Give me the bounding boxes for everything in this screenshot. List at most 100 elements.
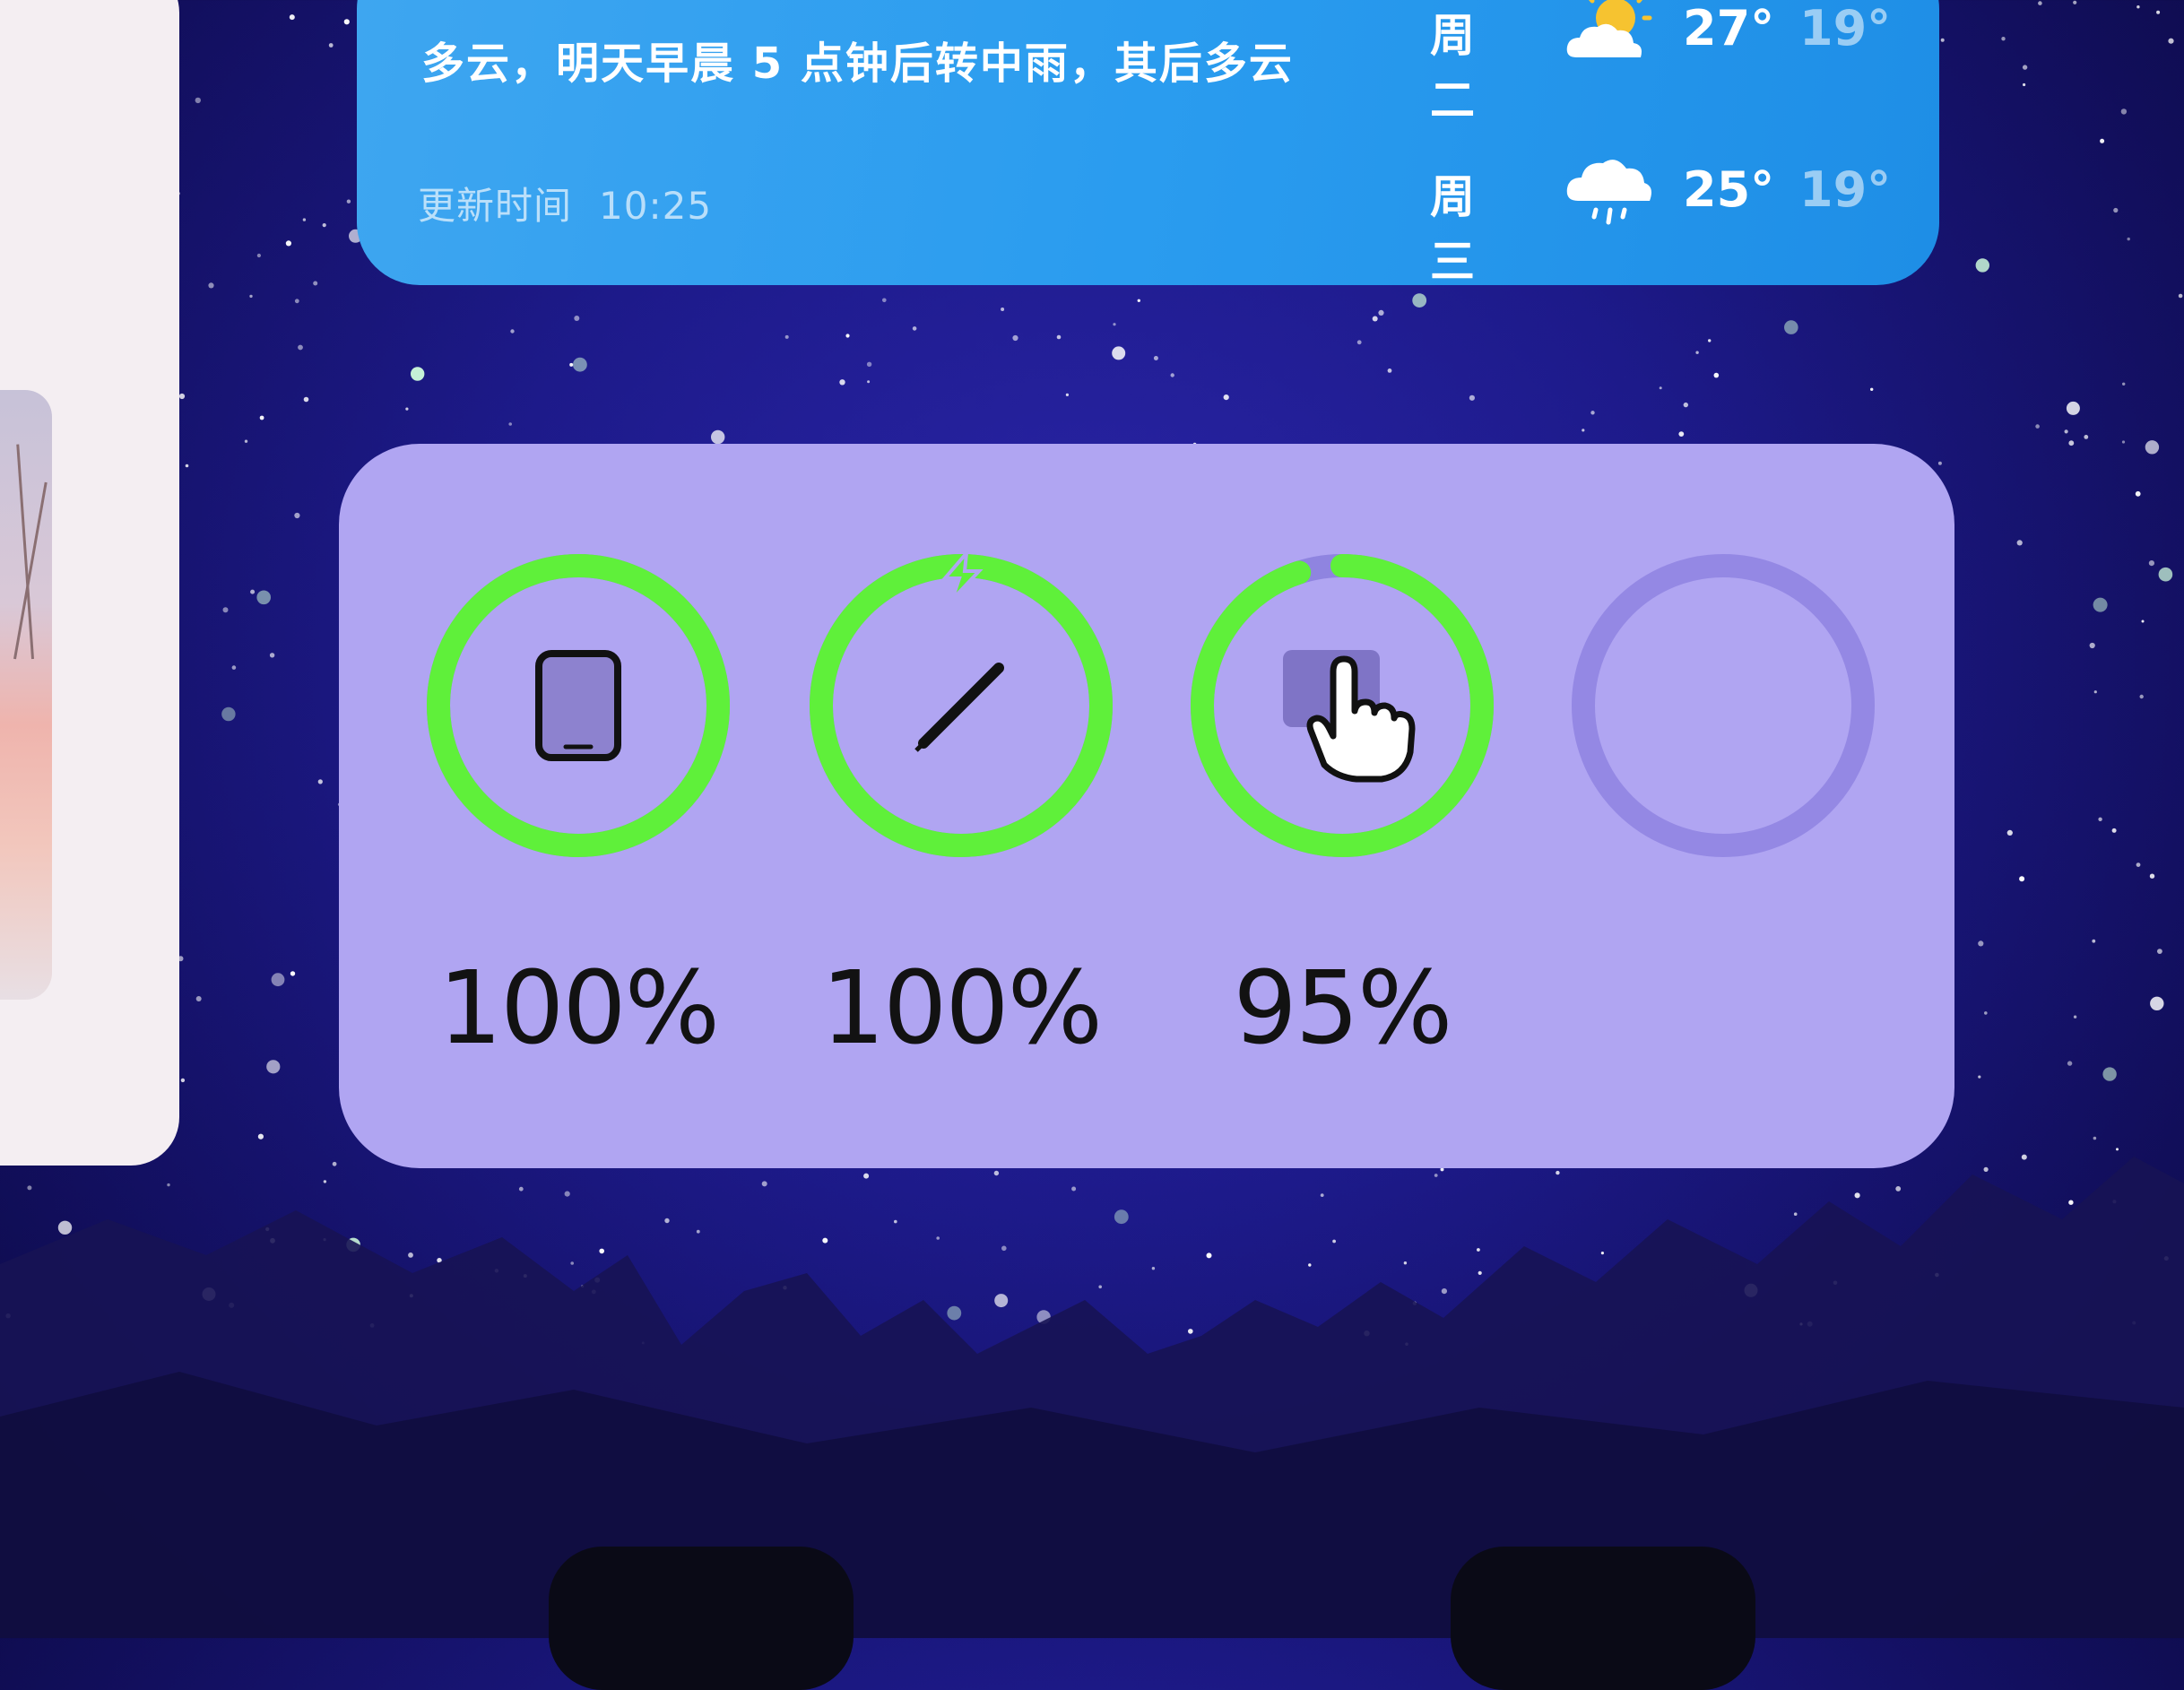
photo-thumbnail: [0, 390, 52, 1000]
star-dot: [244, 439, 248, 443]
star-dot: [866, 361, 872, 367]
star-dot: [269, 653, 275, 658]
tablet-icon: [535, 650, 621, 761]
star-dot: [195, 996, 202, 1001]
star-dot: [208, 282, 214, 289]
star-dot: [256, 253, 261, 258]
star-dot: [2038, 1, 2042, 5]
star-dot: [2023, 82, 2026, 87]
star-dot: [1372, 316, 1378, 322]
hand-pointer-icon: [1283, 650, 1416, 783]
star-dot: [867, 380, 871, 384]
star-dot: [2073, 1015, 2077, 1018]
star-dot: [298, 344, 303, 351]
star-dot: [2127, 237, 2130, 241]
star-dot: [2019, 876, 2025, 882]
star-dot: [1695, 351, 1699, 354]
star-dot: [2121, 440, 2126, 444]
partly-cloudy-icon: [1566, 0, 1652, 57]
star-dot: [2066, 401, 2080, 415]
star-dot: [1113, 323, 1116, 326]
star-dot: [178, 393, 186, 400]
star-dot: [1356, 340, 1362, 345]
star-dot: [1713, 372, 1720, 378]
star-dot: [221, 706, 236, 722]
dock-app-icon[interactable]: [549, 1547, 854, 1690]
star-dot: [2093, 690, 2097, 694]
star-dot: [1784, 320, 1798, 334]
star-dot: [1978, 1075, 1981, 1079]
mountain-silhouette: [0, 1157, 2184, 1638]
star-dot: [294, 299, 299, 304]
star-dot: [2157, 949, 2162, 954]
star-dot: [1056, 334, 1062, 340]
star-dot: [1170, 373, 1174, 377]
star-dot: [2022, 65, 2028, 70]
star-dot: [1469, 394, 1475, 401]
star-dot: [2016, 540, 2023, 546]
star-dot: [259, 415, 264, 420]
star-dot: [1940, 38, 1945, 42]
star-dot: [2122, 382, 2126, 386]
star-dot: [508, 422, 512, 426]
star-dot: [1937, 461, 1942, 465]
star-dot: [2156, 10, 2161, 14]
star-dot: [573, 357, 587, 372]
star-dot: [1412, 293, 1427, 308]
star-dot: [302, 218, 307, 221]
star-dot: [574, 316, 580, 321]
star-dot: [195, 97, 201, 104]
dock-app-icon[interactable]: [1451, 1547, 1755, 1690]
forecast-high: 27°: [1683, 0, 1775, 56]
star-dot: [912, 326, 917, 331]
star-dot: [1065, 393, 1069, 396]
star-dot: [346, 199, 351, 204]
battery-percent-apple-pencil: 100%: [820, 950, 1103, 1067]
forecast-day: 周三: [1430, 171, 1475, 288]
star-dot: [2084, 435, 2089, 439]
star-dot: [2148, 560, 2154, 567]
battery-ring-empty-slot: [1572, 554, 1875, 857]
star-dot: [289, 14, 295, 21]
photo-widget[interactable]: [0, 0, 179, 1166]
forecast-low: 19°: [1799, 161, 1892, 218]
star-dot: [2073, 0, 2077, 4]
star-dot: [2100, 138, 2105, 143]
forecast-day: 周二: [1430, 10, 1475, 126]
star-dot: [405, 407, 409, 411]
star-dot: [2067, 1061, 2073, 1066]
star-dot: [256, 590, 272, 605]
updated-label: 更新时间: [418, 184, 573, 228]
weather-updated: 更新时间 10:25: [418, 176, 739, 230]
star-dot: [1870, 387, 1874, 391]
star-dot: [2068, 440, 2075, 446]
star-dot: [2089, 642, 2095, 649]
star-dot: [250, 589, 256, 594]
star-dot: [1112, 346, 1126, 360]
star-dot: [266, 1060, 281, 1074]
star-dot: [2168, 38, 2174, 44]
star-dot: [1975, 258, 1989, 273]
star-dot: [1708, 339, 1712, 342]
star-dot: [2158, 567, 2173, 582]
star-dot: [1984, 1011, 1988, 1015]
star-dot: [882, 298, 887, 303]
weather-description: 多云，明天早晨 5 点钟后转中雨，其后多云: [421, 39, 1294, 89]
star-dot: [180, 1078, 186, 1083]
star-dot: [1683, 402, 1689, 408]
star-dot: [1001, 308, 1005, 311]
star-dot: [1590, 411, 1595, 415]
star-dot: [510, 329, 515, 334]
star-dot: [411, 367, 425, 381]
star-dot: [1582, 429, 1585, 432]
star-dot: [2064, 429, 2068, 434]
star-dot: [185, 464, 189, 468]
star-dot: [2141, 620, 2145, 623]
star-dot: [569, 362, 574, 367]
forecast-low: 19°: [1799, 0, 1892, 56]
star-dot: [231, 665, 237, 670]
star-dot: [2145, 440, 2160, 455]
star-dot: [2113, 207, 2119, 213]
star-dot: [1137, 299, 1141, 302]
star-dot: [2136, 862, 2141, 867]
